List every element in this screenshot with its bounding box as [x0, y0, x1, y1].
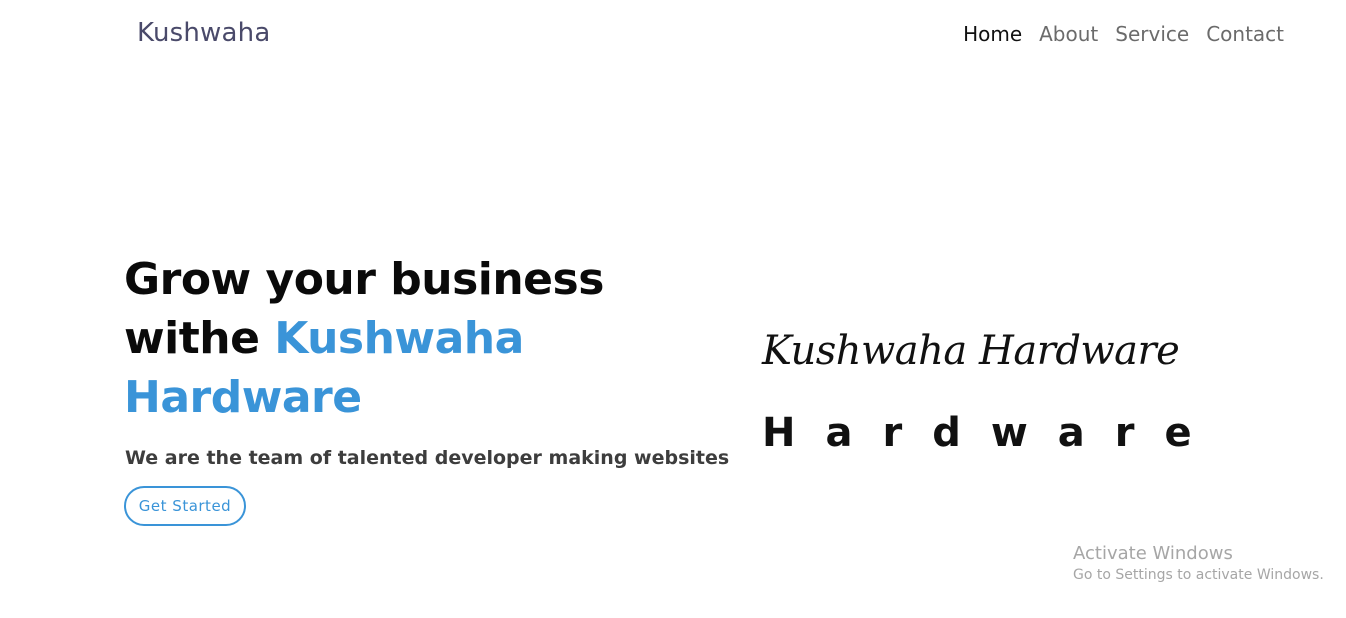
- nav-item-about: About: [1039, 22, 1098, 46]
- watermark-subtitle: Go to Settings to activate Windows.: [1073, 567, 1324, 583]
- hero-subtitle: We are the team of talented developer ma…: [125, 447, 730, 469]
- nav-link-contact[interactable]: Contact: [1206, 22, 1284, 46]
- hero-title-accent-kushwaha: Kushwaha: [274, 313, 524, 364]
- brand-logo[interactable]: Kushwaha: [137, 18, 270, 48]
- activate-windows-watermark: Activate Windows Go to Settings to activ…: [1073, 543, 1324, 583]
- nav-link-service[interactable]: Service: [1115, 22, 1189, 46]
- nav-item-contact: Contact: [1206, 22, 1284, 46]
- nav-link-home[interactable]: Home: [963, 22, 1022, 46]
- nav-item-service: Service: [1115, 22, 1189, 46]
- navbar: Kushwaha Home About Service Contact: [0, 0, 1346, 72]
- hero-logo-image: Kushwaha Hardware Hardware: [762, 322, 1192, 462]
- nav-item-home: Home: [963, 22, 1022, 46]
- logo-wide-text: Hardware: [762, 410, 1222, 456]
- watermark-title: Activate Windows: [1073, 543, 1233, 564]
- hero-title-line1: Grow your business: [124, 254, 604, 305]
- get-started-button[interactable]: Get Started: [124, 486, 246, 526]
- hero-title-withe: withe: [124, 313, 260, 364]
- hero-title-accent-hardware: Hardware: [124, 372, 362, 423]
- logo-script-text: Kushwaha Hardware: [762, 328, 1180, 374]
- hero-title: Grow your business withe Kushwaha Hardwa…: [124, 250, 664, 427]
- nav-link-about[interactable]: About: [1039, 22, 1098, 46]
- nav-menu: Home About Service Contact: [963, 22, 1284, 46]
